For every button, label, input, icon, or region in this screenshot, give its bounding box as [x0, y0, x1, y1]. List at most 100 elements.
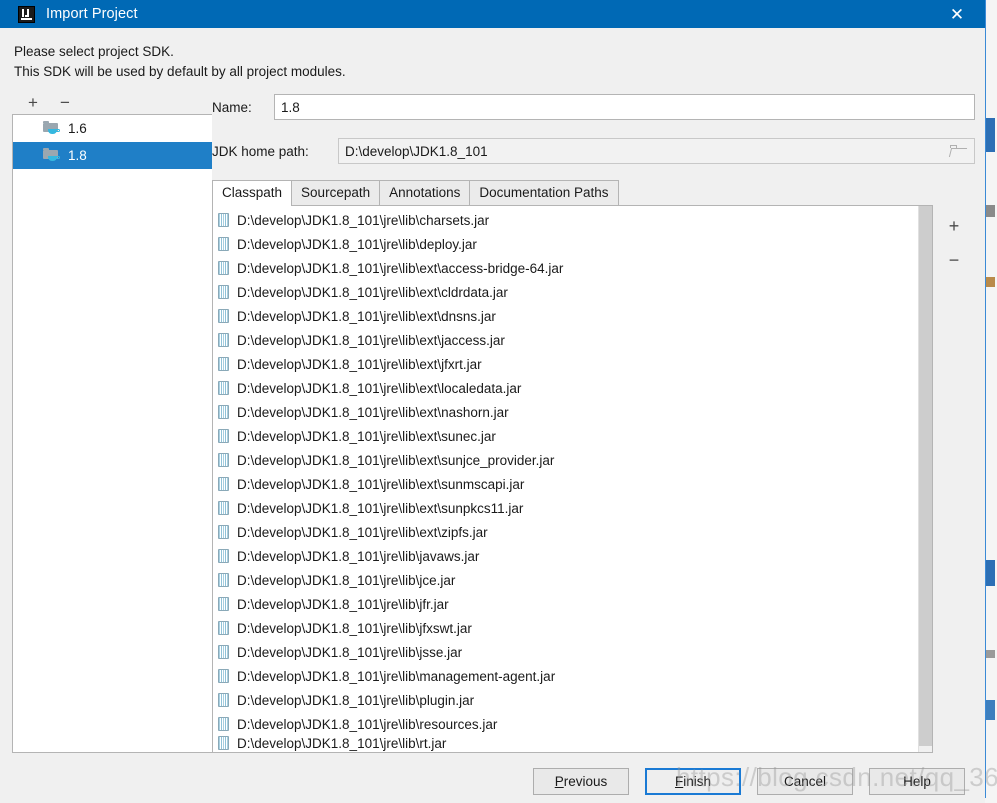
classpath-side-buttons: + − — [933, 205, 975, 753]
sdk-toolbar: + − — [12, 90, 212, 114]
jdk-home-path-input[interactable] — [338, 138, 975, 164]
instruction-line-2: This SDK will be used by default by all … — [14, 64, 346, 79]
jdk-home-path-row: JDK home path: — [212, 138, 975, 164]
import-project-dialog: Import Project ✕ Please select project S… — [0, 0, 986, 803]
jar-file-icon — [218, 477, 229, 491]
classpath-row-label: D:\develop\JDK1.8_101\jre\lib\ext\jfxrt.… — [237, 356, 482, 372]
classpath-row[interactable]: D:\develop\JDK1.8_101\jre\lib\ext\cldrda… — [213, 280, 918, 304]
sdk-list-item-1-6[interactable]: 1.6 — [13, 115, 212, 142]
classpath-row[interactable]: D:\develop\JDK1.8_101\jre\lib\ext\zipfs.… — [213, 520, 918, 544]
classpath-row-label: D:\develop\JDK1.8_101\jre\lib\jfr.jar — [237, 596, 449, 612]
classpath-row[interactable]: D:\develop\JDK1.8_101\jre\lib\ext\locale… — [213, 376, 918, 400]
classpath-row-label: D:\develop\JDK1.8_101\jre\lib\ext\sunpkc… — [237, 500, 524, 516]
classpath-row[interactable]: D:\develop\JDK1.8_101\jre\lib\jfxswt.jar — [213, 616, 918, 640]
classpath-row[interactable]: D:\develop\JDK1.8_101\jre\lib\jfr.jar — [213, 592, 918, 616]
classpath-row[interactable]: D:\develop\JDK1.8_101\jre\lib\ext\sunpkc… — [213, 496, 918, 520]
classpath-scrollbar-thumb[interactable] — [919, 206, 932, 746]
classpath-row[interactable]: D:\develop\JDK1.8_101\jre\lib\ext\jacces… — [213, 328, 918, 352]
jar-file-icon — [218, 693, 229, 707]
close-icon[interactable]: ✕ — [939, 0, 975, 28]
classpath-row-label: D:\develop\JDK1.8_101\jre\lib\javaws.jar — [237, 548, 480, 564]
classpath-row[interactable]: D:\develop\JDK1.8_101\jre\lib\resources.… — [213, 712, 918, 736]
classpath-row[interactable]: D:\develop\JDK1.8_101\jre\lib\management… — [213, 664, 918, 688]
name-input[interactable] — [274, 94, 975, 120]
classpath-row-label: D:\develop\JDK1.8_101\jre\lib\ext\sunec.… — [237, 428, 496, 444]
jdk-home-path-label: JDK home path: — [212, 143, 309, 159]
sdk-list-item-1-8[interactable]: 1.8 — [13, 142, 212, 169]
classpath-row-label: D:\develop\JDK1.8_101\jre\lib\jsse.jar — [237, 644, 463, 660]
tab-sourcepath[interactable]: Sourcepath — [291, 180, 381, 205]
sdk-list-item-label: 1.8 — [68, 148, 87, 163]
classpath-row[interactable]: D:\develop\JDK1.8_101\jre\lib\ext\jfxrt.… — [213, 352, 918, 376]
classpath-row[interactable]: D:\develop\JDK1.8_101\jre\lib\rt.jar — [213, 736, 918, 752]
classpath-row-label: D:\develop\JDK1.8_101\jre\lib\deploy.jar — [237, 236, 477, 252]
cancel-button[interactable]: Cancel — [757, 767, 853, 795]
tab-classpath[interactable]: Classpath — [212, 180, 293, 206]
jar-file-icon — [218, 645, 229, 659]
jar-file-icon — [218, 501, 229, 515]
classpath-listbox[interactable]: D:\develop\JDK1.8_101\jre\lib\charsets.j… — [212, 205, 933, 753]
classpath-row-label: D:\develop\JDK1.8_101\jre\lib\ext\access… — [237, 260, 564, 276]
jar-file-icon — [218, 237, 229, 251]
tab-documentation-paths[interactable]: Documentation Paths — [469, 180, 619, 205]
classpath-row-label: D:\develop\JDK1.8_101\jre\lib\resources.… — [237, 716, 498, 732]
jar-file-icon — [218, 453, 229, 467]
classpath-row-label: D:\develop\JDK1.8_101\jre\lib\ext\locale… — [237, 380, 522, 396]
jar-file-icon — [218, 549, 229, 563]
classpath-row-label: D:\develop\JDK1.8_101\jre\lib\ext\nashor… — [237, 404, 509, 420]
classpath-row-label: D:\develop\JDK1.8_101\jre\lib\ext\dnsns.… — [237, 308, 496, 324]
classpath-row[interactable]: D:\develop\JDK1.8_101\jre\lib\ext\sunjce… — [213, 448, 918, 472]
jdk-home-path-wrap — [338, 138, 975, 164]
sdk-list[interactable]: 1.6 1.8 — [12, 114, 212, 753]
jar-file-icon — [218, 381, 229, 395]
help-button[interactable]: Help — [869, 767, 965, 795]
name-field-row: Name: — [212, 94, 975, 120]
add-classpath-entry-icon[interactable]: + — [947, 217, 961, 235]
classpath-row[interactable]: D:\develop\JDK1.8_101\jre\lib\deploy.jar — [213, 232, 918, 256]
classpath-rows: D:\develop\JDK1.8_101\jre\lib\charsets.j… — [213, 206, 918, 752]
classpath-row[interactable]: D:\develop\JDK1.8_101\jre\lib\ext\sunmsc… — [213, 472, 918, 496]
classpath-row[interactable]: D:\develop\JDK1.8_101\jre\lib\charsets.j… — [213, 208, 918, 232]
classpath-scrollbar[interactable] — [918, 206, 932, 752]
classpath-row[interactable]: D:\develop\JDK1.8_101\jre\lib\ext\dnsns.… — [213, 304, 918, 328]
classpath-row[interactable]: D:\develop\JDK1.8_101\jre\lib\jsse.jar — [213, 640, 918, 664]
sdk-list-item-label: 1.6 — [68, 121, 87, 136]
java-sdk-folder-icon — [43, 121, 61, 136]
previous-button[interactable]: Previous — [533, 767, 629, 795]
folder-browse-icon[interactable] — [948, 144, 968, 158]
finish-button-label: Finish — [674, 773, 711, 789]
dialog-title: Import Project — [46, 6, 138, 22]
instructions-block: Please select project SDK. This SDK will… — [0, 28, 985, 82]
sdk-panel: + − 1.6 1.8 — [0, 90, 212, 753]
classpath-row-label: D:\develop\JDK1.8_101\jre\lib\ext\sunjce… — [237, 452, 555, 468]
remove-classpath-entry-icon[interactable]: − — [947, 251, 961, 269]
classpath-row-label: D:\develop\JDK1.8_101\jre\lib\plugin.jar — [237, 692, 475, 708]
classpath-row[interactable]: D:\develop\JDK1.8_101\jre\lib\ext\nashor… — [213, 400, 918, 424]
classpath-row[interactable]: D:\develop\JDK1.8_101\jre\lib\jce.jar — [213, 568, 918, 592]
jar-file-icon — [218, 261, 229, 275]
remove-sdk-icon[interactable]: − — [58, 94, 72, 111]
classpath-row-label: D:\develop\JDK1.8_101\jre\lib\ext\cldrda… — [237, 284, 508, 300]
sdk-detail-panel: Name: JDK home path: Classpat — [212, 90, 985, 753]
content-row: + − 1.6 1.8 Name: 1.8 JDK home path: D:\… — [0, 82, 985, 753]
classpath-row[interactable]: D:\develop\JDK1.8_101\jre\lib\plugin.jar — [213, 688, 918, 712]
classpath-row[interactable]: D:\develop\JDK1.8_101\jre\lib\ext\sunec.… — [213, 424, 918, 448]
jar-file-icon — [218, 429, 229, 443]
jar-file-icon — [218, 621, 229, 635]
jar-file-icon — [218, 213, 229, 227]
add-sdk-icon[interactable]: + — [26, 94, 40, 111]
classpath-row[interactable]: D:\develop\JDK1.8_101\jre\lib\javaws.jar — [213, 544, 918, 568]
classpath-row-label: D:\develop\JDK1.8_101\jre\lib\ext\sunmsc… — [237, 476, 525, 492]
classpath-row-label: D:\develop\JDK1.8_101\jre\lib\management… — [237, 668, 556, 684]
classpath-row[interactable]: D:\develop\JDK1.8_101\jre\lib\ext\access… — [213, 256, 918, 280]
dialog-body: Please select project SDK. This SDK will… — [0, 28, 985, 803]
classpath-row-label: D:\develop\JDK1.8_101\jre\lib\charsets.j… — [237, 212, 490, 228]
finish-button[interactable]: Finish — [645, 767, 741, 795]
jar-file-icon — [218, 717, 229, 731]
jar-file-icon — [218, 669, 229, 683]
jar-file-icon — [218, 405, 229, 419]
tab-annotations[interactable]: Annotations — [379, 180, 471, 205]
java-sdk-folder-icon — [43, 148, 61, 163]
name-label: Name: — [212, 99, 252, 115]
classpath-row-label: D:\develop\JDK1.8_101\jre\lib\rt.jar — [237, 736, 447, 751]
